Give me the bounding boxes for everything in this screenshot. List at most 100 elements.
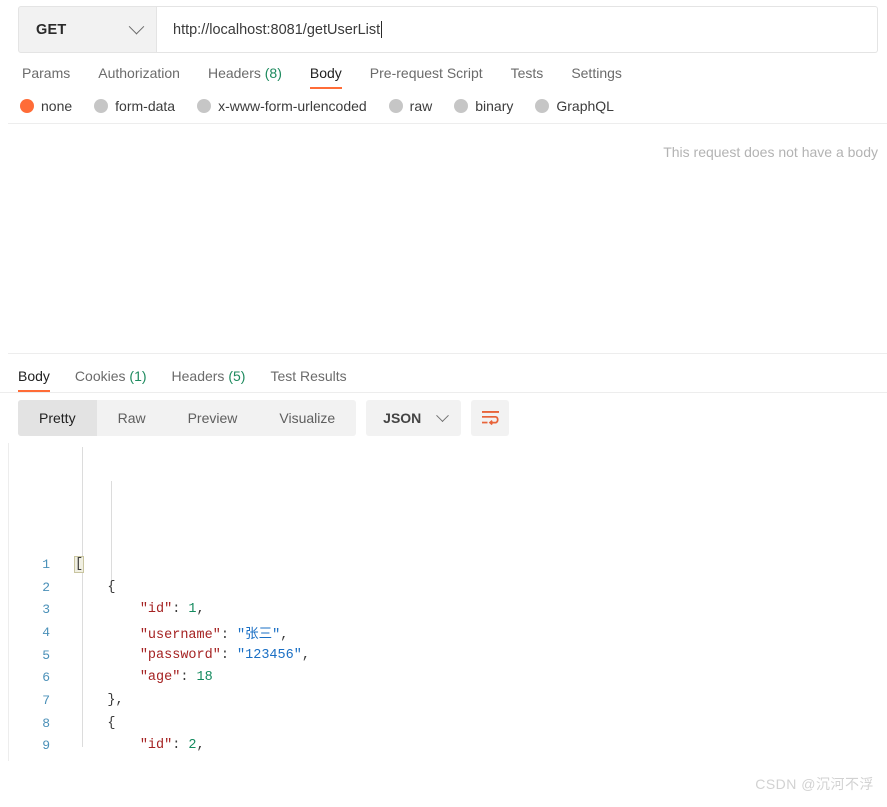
code-token: : [172,602,189,618]
code-token: "username" [139,627,221,643]
tab-count-badge: (8) [260,65,282,81]
request-tab-headers[interactable]: Headers (8) [208,65,282,89]
empty-body-message: This request does not have a body [663,144,878,160]
request-tab-settings[interactable]: Settings [571,65,622,89]
tab-label: Authorization [98,65,180,81]
http-method-label: GET [36,21,67,38]
body-type-graphql[interactable]: GraphQL [535,98,614,114]
response-tab-test-results[interactable]: Test Results [270,368,346,392]
code-token: }, [75,692,124,708]
tab-label: Headers [171,368,225,384]
code-line: 10 "username": "李四", [0,757,887,761]
code-text: { [62,580,115,595]
view-mode-raw[interactable]: Raw [97,400,167,436]
code-token: [ [73,555,85,573]
code-token: "id" [139,738,173,754]
code-text: "age": 18 [62,670,213,685]
body-type-binary[interactable]: binary [454,98,513,114]
word-wrap-icon [481,411,499,426]
code-token: "password" [139,647,221,663]
code-token: , [196,602,205,618]
view-mode-segmented-control: Pretty Raw Preview Visualize [18,400,357,436]
code-token: 18 [196,670,213,686]
view-mode-preview[interactable]: Preview [167,400,259,436]
code-token: "id" [139,602,173,618]
line-number: 1 [42,556,50,572]
body-type-none[interactable]: none [20,98,72,114]
response-tabs: Body Cookies (1) Headers (5) Test Results [0,354,887,393]
code-token: : [220,647,238,663]
code-token: "张三" [237,627,281,643]
code-line: 8 { [0,712,887,735]
code-text: "username": "张三", [62,622,289,643]
tab-label: Params [22,65,71,81]
body-type-radio-group: none form-data x-www-form-urlencoded raw bin… [0,89,887,123]
radio-icon [20,99,34,113]
body-type-raw[interactable]: raw [388,98,433,114]
indent-guide [111,481,112,591]
http-method-select[interactable]: GET [18,6,157,53]
code-text: "id": 2, [62,738,205,753]
response-format-label: JSON [383,410,422,426]
body-type-x-www-form-urlencoded[interactable]: x-www-form-urlencoded [197,98,367,114]
code-token: , [196,738,205,754]
request-url-bar: GET http://localhost:8081/getUserList [0,0,887,53]
response-tab-cookies[interactable]: Cookies (1) [75,368,147,392]
body-type-form-data[interactable]: form-data [94,98,175,114]
tab-label: Pre-request Script [369,65,483,81]
line-number: 4 [42,624,50,640]
radio-icon [197,99,212,113]
line-number: 5 [42,647,50,663]
tab-count-badge: (1) [125,368,147,384]
radio-label: raw [409,98,433,114]
tab-label: Headers [207,65,261,81]
line-number: 2 [42,579,50,595]
code-token: "age" [139,670,181,686]
code-line: 6 "age": 18 [0,666,887,689]
view-mode-pretty[interactable]: Pretty [18,400,97,436]
code-text: { [62,716,115,731]
response-body-code-viewer[interactable]: 1[2 {3 "id": 1, 4 "username": "张三", 5 "pas… [0,443,887,761]
response-view-toolbar: Pretty Raw Preview Visualize JSON [0,393,887,443]
code-token: : [180,670,197,686]
radio-label: binary [475,98,514,114]
radio-icon [388,99,403,113]
request-tab-authorization[interactable]: Authorization [98,65,180,89]
tab-label: Settings [571,65,622,81]
response-tab-body[interactable]: Body [18,368,50,392]
view-mode-visualize[interactable]: Visualize [258,400,356,436]
code-token: : [220,627,238,643]
line-number: 9 [42,738,50,754]
code-line: 4 "username": "张三", [0,621,887,644]
url-input[interactable]: http://localhost:8081/getUserList [157,6,878,53]
code-token: , [301,647,310,663]
tab-count-badge: (5) [224,368,246,384]
line-number: 7 [42,692,50,708]
code-line: 3 "id": 1, [0,598,887,621]
request-tab-pre-request-script[interactable]: Pre-request Script [370,65,483,89]
line-number: 3 [42,602,50,618]
request-tab-body[interactable]: Body [309,65,342,89]
line-number: 8 [42,715,50,731]
code-text: }, [62,692,124,708]
code-text: "password": "123456", [62,648,310,663]
code-text: [ [62,555,85,573]
code-token: , [280,627,289,643]
chevron-down-icon [436,408,450,422]
word-wrap-button[interactable] [471,400,510,436]
indent-guide [0,443,887,553]
request-tab-tests[interactable]: Tests [511,65,544,89]
response-tab-headers[interactable]: Headers (5) [172,368,246,392]
code-token: "123456" [237,647,302,663]
request-tab-params[interactable]: Params [22,65,70,89]
tab-label: Test Results [270,368,347,384]
response-format-select[interactable]: JSON [366,400,462,436]
code-token: : [172,738,189,754]
code-token: 1 [188,602,197,618]
code-token: 2 [188,738,197,754]
chevron-down-icon [128,18,145,35]
